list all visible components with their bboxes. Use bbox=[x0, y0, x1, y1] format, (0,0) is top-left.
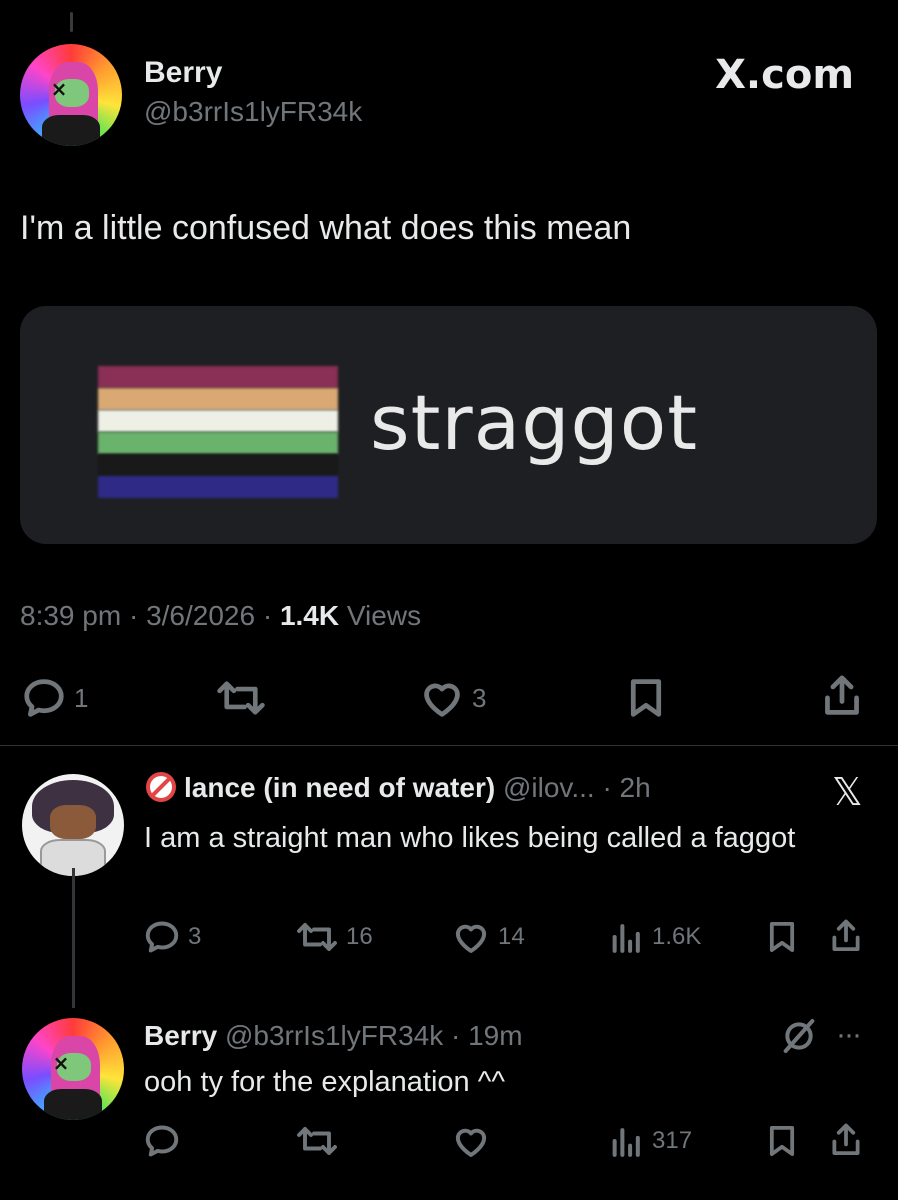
flag-stripe bbox=[98, 388, 338, 410]
tweet-date: 3/6/2026 bbox=[146, 600, 256, 631]
heart-icon bbox=[424, 683, 460, 717]
repost-button[interactable]: 16 bbox=[296, 920, 373, 954]
repost-icon bbox=[297, 1127, 337, 1155]
tweet-text: I'm a little confused what does this mea… bbox=[20, 209, 632, 247]
flag-stripe bbox=[98, 432, 338, 454]
reply-text: I am a straight man who likes being call… bbox=[144, 822, 796, 854]
reply-button[interactable]: 1 bbox=[22, 678, 88, 718]
like-count: 14 bbox=[498, 923, 525, 950]
divider bbox=[0, 745, 898, 746]
views-icon bbox=[612, 1128, 640, 1157]
repost-count: 16 bbox=[346, 923, 373, 950]
tweet-media-image[interactable]: straggot bbox=[20, 306, 877, 544]
heart-icon bbox=[455, 924, 487, 953]
post-age: · 19m bbox=[451, 1020, 523, 1051]
bookmark-button[interactable] bbox=[766, 1124, 798, 1158]
repost-button[interactable] bbox=[296, 1124, 338, 1158]
repost-icon bbox=[217, 681, 265, 715]
grok-icon[interactable] bbox=[780, 1016, 818, 1061]
thread-line bbox=[70, 12, 73, 32]
no-entry-icon bbox=[146, 772, 176, 802]
reply-count: 3 bbox=[188, 923, 202, 950]
tweet-meta: 8:39 pm · 3/6/2026 · 1.4K Views bbox=[20, 600, 422, 631]
pride-flag-image bbox=[98, 366, 338, 498]
like-button[interactable] bbox=[452, 1124, 490, 1158]
views-count: 317 bbox=[652, 1127, 693, 1154]
post-age: · 2h bbox=[602, 772, 651, 803]
reply-icon bbox=[145, 1125, 179, 1157]
author-name[interactable]: Berry bbox=[144, 56, 222, 90]
bookmark-button[interactable] bbox=[626, 678, 666, 718]
avatar[interactable] bbox=[22, 774, 124, 876]
views-label: Views bbox=[346, 600, 422, 631]
views-button[interactable]: 317 bbox=[610, 1124, 692, 1158]
tweet-time: 8:39 pm bbox=[20, 600, 122, 631]
flag-stripe bbox=[98, 454, 338, 476]
flag-stripe bbox=[98, 410, 338, 432]
reply-button[interactable] bbox=[144, 1124, 180, 1158]
avatar[interactable]: × bbox=[20, 44, 122, 146]
repost-button[interactable] bbox=[216, 678, 266, 718]
author-name[interactable]: lance (in need of water) bbox=[184, 772, 495, 803]
reply-button[interactable]: 3 bbox=[144, 920, 201, 954]
reply-icon bbox=[145, 921, 179, 953]
author-handle[interactable]: @ilov... bbox=[503, 772, 595, 803]
author-handle[interactable]: @b3rrIs1lyFR34k bbox=[225, 1020, 443, 1051]
reply-header: lance (in need of water) @ilov... · 2h bbox=[146, 772, 651, 804]
share-button[interactable] bbox=[830, 918, 862, 954]
share-icon bbox=[825, 675, 859, 715]
flag-stripe bbox=[98, 476, 338, 498]
bookmark-button[interactable] bbox=[766, 920, 798, 954]
like-button[interactable]: 3 bbox=[420, 678, 486, 718]
bookmark-icon bbox=[769, 922, 795, 952]
author-name[interactable]: Berry bbox=[144, 1020, 217, 1051]
share-button[interactable] bbox=[830, 1122, 862, 1158]
flag-stripe bbox=[98, 366, 338, 388]
like-button[interactable]: 14 bbox=[452, 920, 525, 954]
avatar[interactable]: × bbox=[22, 1018, 124, 1120]
reply-header: Berry @b3rrIs1lyFR34k · 19m bbox=[144, 1020, 523, 1052]
media-word: straggot bbox=[370, 378, 698, 467]
x-logo-icon: 𝕏 bbox=[832, 770, 863, 814]
bookmark-icon bbox=[630, 679, 662, 717]
views-icon bbox=[612, 924, 640, 953]
views-count: 1.6K bbox=[652, 923, 702, 950]
bookmark-icon bbox=[769, 1126, 795, 1156]
author-handle[interactable]: @b3rrIs1lyFR34k bbox=[144, 96, 362, 128]
share-icon bbox=[832, 1123, 860, 1155]
reply-icon bbox=[24, 679, 64, 717]
thread-line bbox=[72, 868, 75, 1008]
x-com-logo: X.com bbox=[715, 52, 854, 98]
more-options-icon[interactable]: ··· bbox=[836, 1018, 862, 1052]
repost-icon bbox=[297, 923, 337, 951]
views-button[interactable]: 1.6K bbox=[610, 920, 701, 954]
heart-icon bbox=[455, 1128, 487, 1157]
share-button[interactable] bbox=[822, 674, 862, 718]
share-icon bbox=[832, 919, 860, 951]
views-count: 1.4K bbox=[279, 600, 340, 631]
reply-text: ooh ty for the explanation ^^ bbox=[144, 1066, 505, 1098]
reply-count: 1 bbox=[74, 682, 89, 713]
like-count: 3 bbox=[472, 682, 487, 713]
